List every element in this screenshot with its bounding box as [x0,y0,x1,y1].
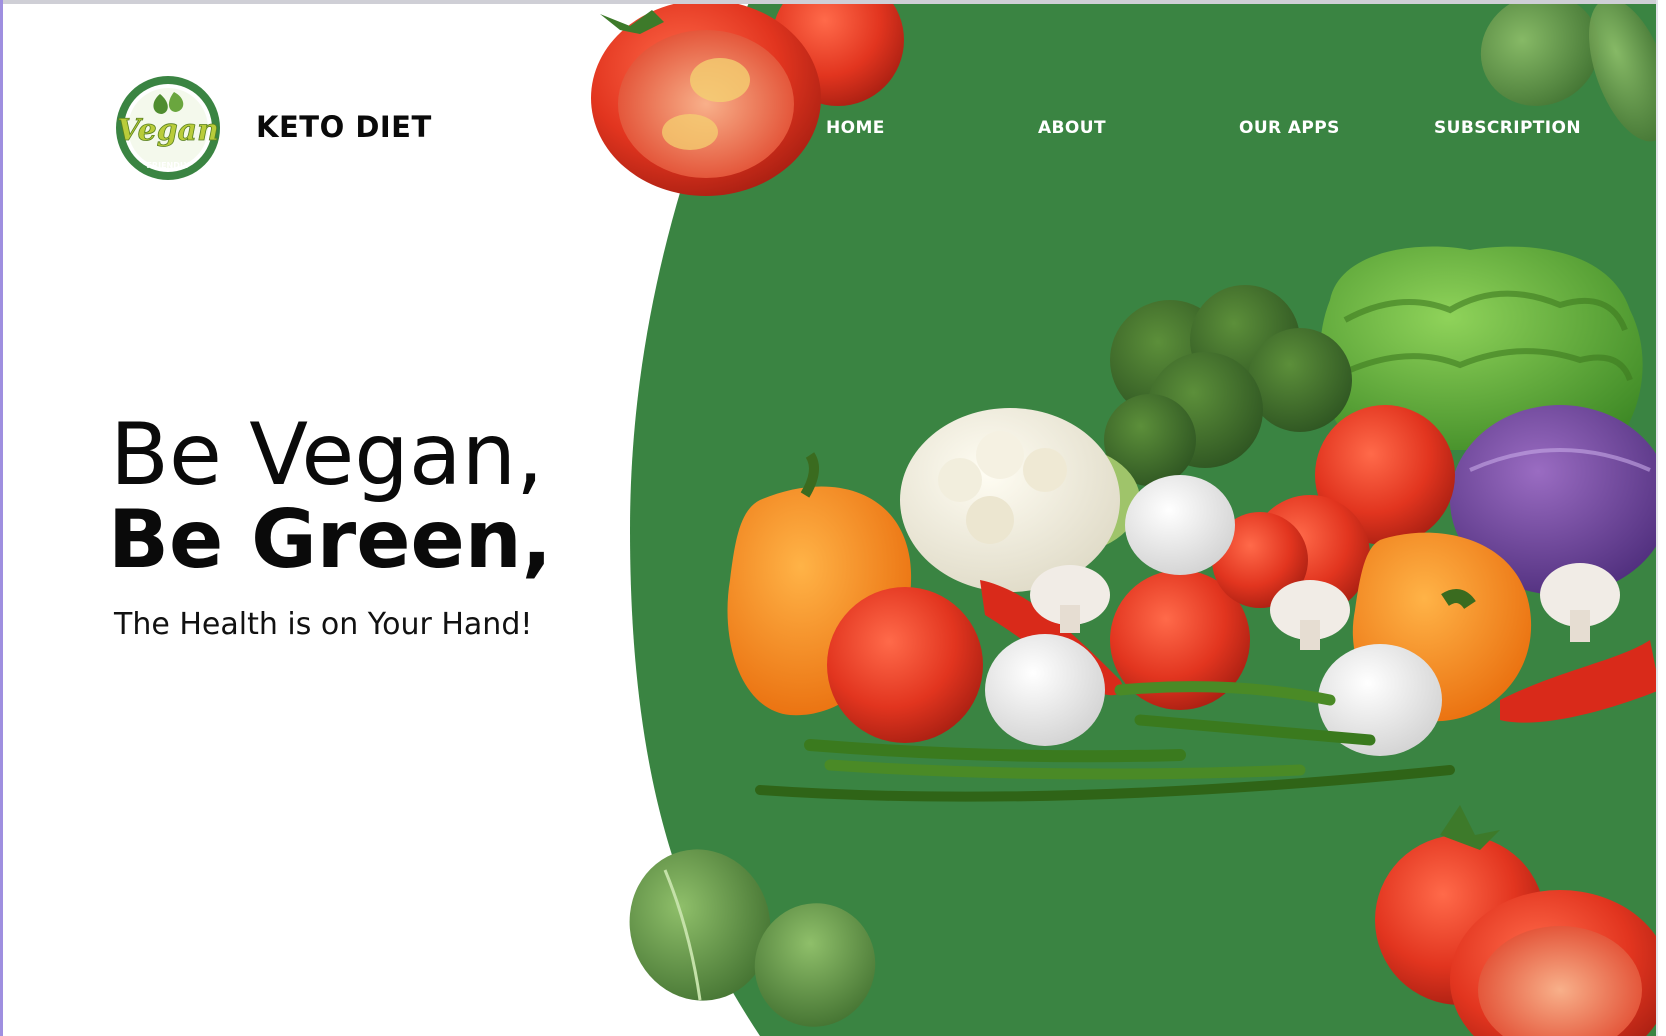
main-nav: HOME ABOUT OUR APPS SUBSCRIPTION [760,118,1600,142]
tomato-bottom-icon [1375,805,1666,1036]
nav-our-apps-link[interactable]: OUR APPS [1239,118,1340,138]
nav-home-link[interactable]: HOME [826,118,885,138]
broccoli-icon [1104,285,1352,486]
window-left-border [0,0,3,1036]
nav-about-link[interactable]: ABOUT [1038,118,1106,138]
logo-subtext: FRIENDLY [146,161,189,170]
hero-subtitle: The Health is on Your Hand! [114,607,533,642]
window-top-border [0,0,1666,4]
cauliflower-icon [900,408,1140,592]
hero-heading-line1: Be Vegan, [110,405,544,505]
tomato-top-icon [591,0,904,196]
logo-text: Vegan [117,113,219,148]
window-right-edge [1656,0,1666,1036]
page-frame: Vegan FRIENDLY KETO DIET HOME ABOUT OUR … [0,0,1666,1036]
vegan-friendly-logo[interactable]: Vegan FRIENDLY [110,74,226,182]
nav-subscription-link[interactable]: SUBSCRIPTION [1434,118,1581,138]
spinach-leaf-bottom-icon [629,849,876,1027]
hero-heading-line2: Be Green, [108,493,553,586]
brand-name[interactable]: KETO DIET [256,110,432,144]
